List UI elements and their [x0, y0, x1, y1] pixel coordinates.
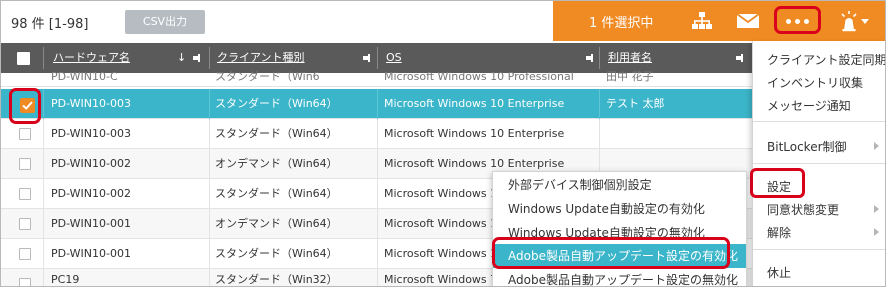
hardware-name: PD-WIN10-002 [51, 187, 131, 200]
selection-bar: 1 件選択中 [553, 1, 885, 41]
submenu-arrow-icon [874, 205, 879, 213]
menu-item-client-sync[interactable]: クライアント設定同期 [767, 51, 885, 68]
row-checkbox[interactable] [19, 128, 31, 140]
highlight-adobe-enable [492, 237, 730, 269]
select-all-checkbox[interactable] [17, 52, 30, 65]
client-type: オンデマンド（Win64） [215, 217, 338, 230]
submenu-arrow-icon [874, 142, 879, 150]
alert-light-icon[interactable] [839, 9, 873, 33]
row-checkbox[interactable] [19, 218, 31, 230]
menu-item-message[interactable]: メッセージ通知 [767, 97, 851, 114]
os-name: Microsoft Windows 10 Enterprise [384, 97, 565, 110]
client-type: スタンダード（Win32） [215, 273, 338, 286]
client-type: スタンダード（Win64） [215, 247, 338, 260]
user-name [600, 119, 750, 149]
pin-icon[interactable] [586, 53, 594, 63]
client-type: オンデマンド（Win64） [215, 157, 338, 170]
hardware-name: PC19 [51, 273, 80, 286]
column-client-type[interactable]: クライアント種別 [209, 43, 377, 73]
hardware-name: PD-WIN10-001 [51, 247, 131, 260]
sort-down-icon[interactable]: ↓ [177, 43, 186, 73]
submenu-item-wu-enable[interactable]: Windows Update自動設定の有効化 [493, 197, 746, 221]
submenu-item-device-control[interactable]: 外部デバイス制御個別設定 [493, 173, 746, 197]
pin-icon[interactable] [736, 53, 744, 63]
pin-icon[interactable] [193, 53, 201, 63]
app-frame: 98 件 [1-98] CSV出力 1 件選択中 ハードウェア名 ↓ クライアン… [0, 0, 886, 287]
highlight-settings [750, 168, 805, 198]
row-checkbox[interactable] [19, 278, 31, 286]
hardware-name: PD-WIN10-003 [51, 97, 131, 110]
settings-submenu: 外部デバイス制御個別設定 Windows Update自動設定の有効化 Wind… [492, 171, 747, 286]
hardware-name: PD-WIN10-002 [51, 157, 131, 170]
row-checkbox[interactable] [19, 188, 31, 200]
submenu-item-adobe-disable[interactable]: Adobe製品自動アップデート設定の無効化 [493, 268, 746, 286]
menu-item-pause[interactable]: 休止 [767, 264, 791, 281]
user-name: テスト 太郎 [606, 97, 665, 110]
more-button[interactable] [774, 6, 821, 34]
menu-item-consent-change[interactable]: 同意状態変更 [767, 201, 839, 218]
client-type: スタンダード（Win64） [215, 127, 338, 140]
record-count: 98 件 [1-98] [11, 17, 89, 32]
toolbar: 98 件 [1-98] CSV出力 1 件選択中 [1, 1, 885, 43]
hierarchy-icon[interactable] [689, 9, 715, 33]
row-checkbox[interactable] [19, 248, 31, 260]
selected-count: 1 件選択中 [589, 16, 654, 31]
actions-menu: クライアント設定同期 インベントリ収集 メッセージ通知 BitLocker制御 … [752, 41, 885, 286]
client-type: スタンダード（Win64） [215, 97, 338, 110]
row-checkbox[interactable] [19, 158, 31, 170]
hardware-name: PD-WIN10-003 [51, 127, 131, 140]
row-checkbox-checked[interactable] [20, 98, 35, 113]
column-os[interactable]: OS [378, 43, 599, 73]
menu-item-inventory[interactable]: インベントリ収集 [767, 74, 863, 91]
pin-icon[interactable] [363, 53, 371, 63]
client-type: スタンダード（Win64） [215, 187, 338, 200]
menu-item-release[interactable]: 解除 [767, 224, 791, 241]
highlight-selected-checkbox [9, 88, 41, 124]
column-hardware-name[interactable]: ハードウェア名 ↓ [45, 43, 207, 73]
csv-export-button[interactable]: CSV出力 [125, 10, 205, 34]
check-icon [22, 101, 33, 110]
menu-item-bitlocker[interactable]: BitLocker制御 [767, 138, 847, 155]
os-name: Microsoft Windows 10 Enterprise [384, 127, 565, 140]
submenu-arrow-icon [874, 228, 879, 236]
hardware-name: PD-WIN10-001 [51, 217, 131, 230]
mail-icon[interactable] [735, 9, 761, 33]
column-user-name[interactable]: 利用者名 [600, 43, 750, 73]
